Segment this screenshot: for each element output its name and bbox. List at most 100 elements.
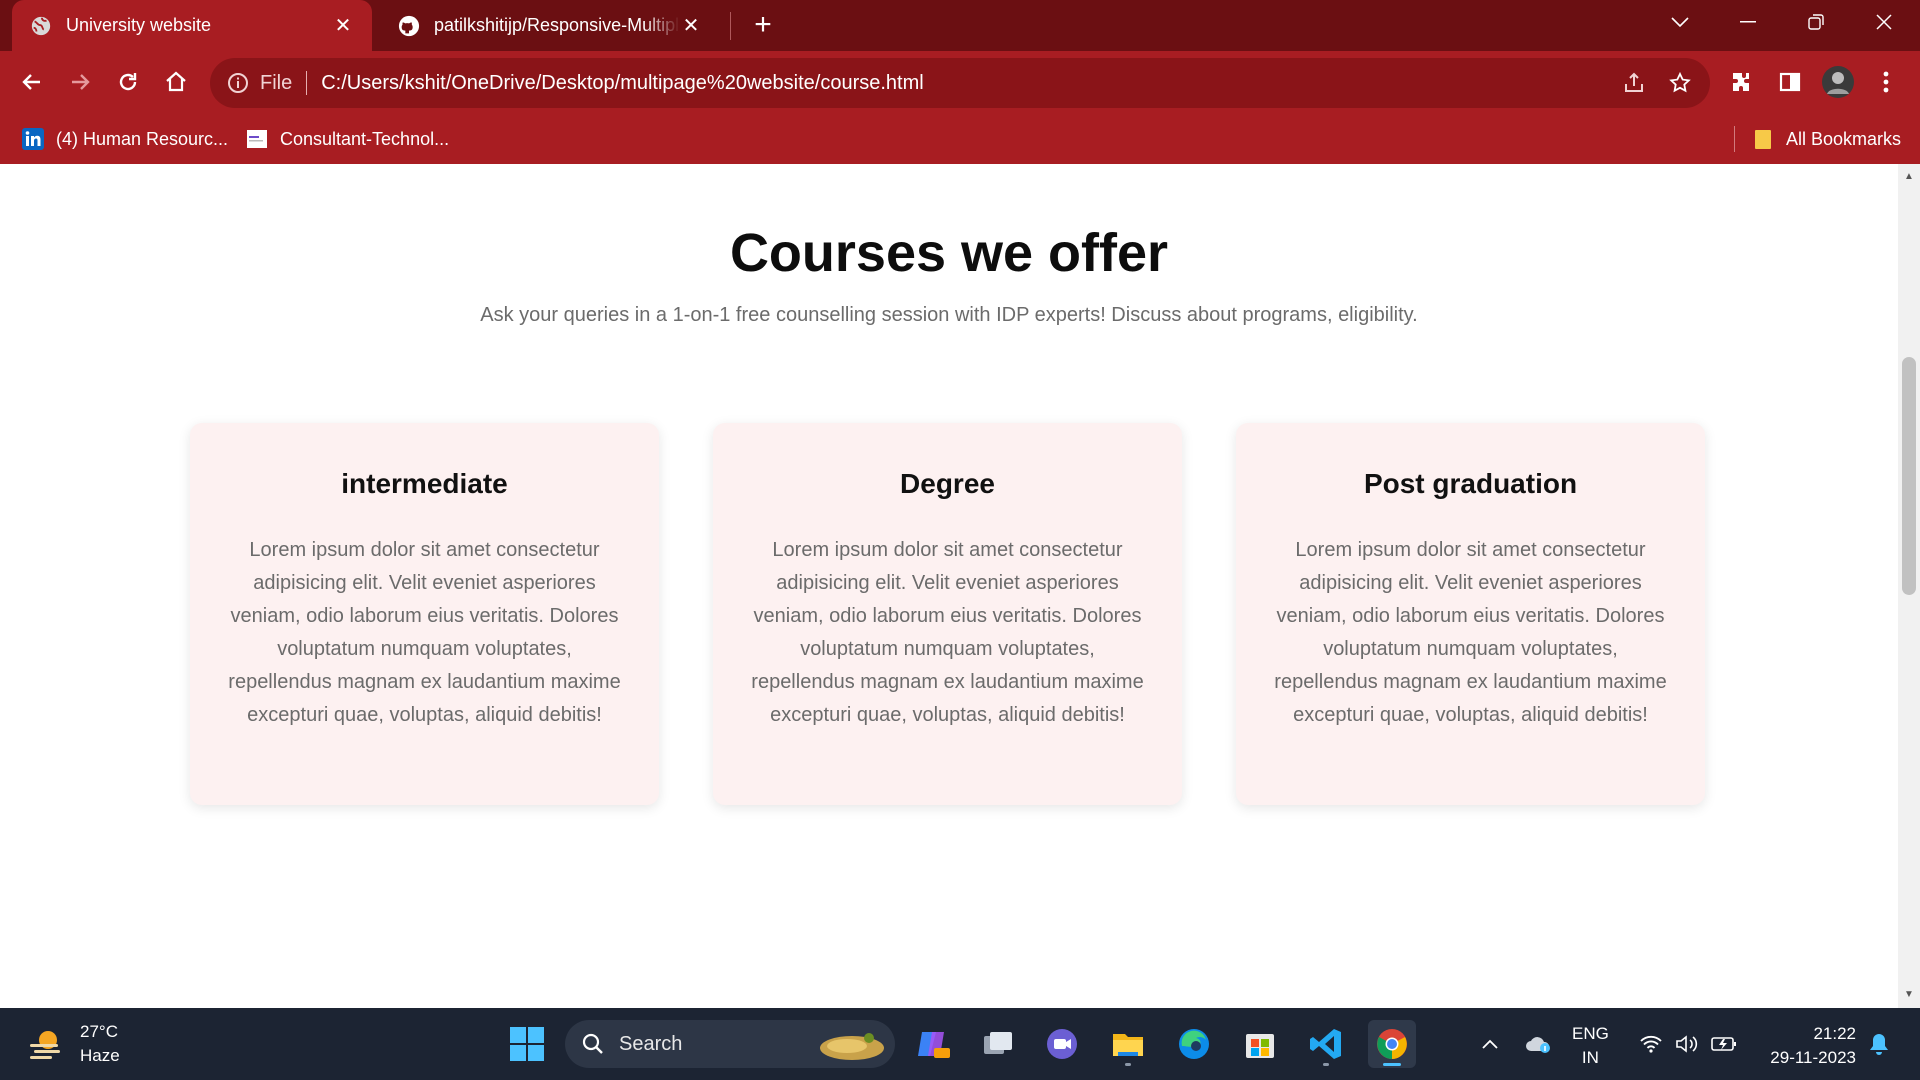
taskbar-app-vscode[interactable] bbox=[1302, 1020, 1350, 1068]
edge-icon bbox=[1179, 1029, 1209, 1059]
course-card-body: Lorem ipsum dolor sit amet consectetur a… bbox=[1274, 539, 1667, 726]
tab-search-chevron-icon[interactable] bbox=[1652, 0, 1708, 44]
scroll-up-arrow-icon[interactable]: ▲ bbox=[1903, 172, 1915, 182]
course-card-post-graduation: Post graduation Lorem ipsum dolor sit am… bbox=[1236, 423, 1705, 805]
search-highlight-illustration-icon bbox=[820, 1033, 884, 1060]
minimize-window-icon[interactable] bbox=[1720, 0, 1776, 44]
back-arrow-icon[interactable] bbox=[14, 64, 50, 100]
battery-charging-icon[interactable] bbox=[1708, 1008, 1740, 1080]
close-tab-icon[interactable]: ✕ bbox=[332, 15, 354, 37]
tab-title: University website bbox=[66, 15, 212, 35]
scroll-down-arrow-icon[interactable]: ▼ bbox=[1903, 990, 1915, 1000]
all-bookmarks-button[interactable]: All Bookmarks bbox=[1752, 125, 1901, 153]
bookmark-human-resources[interactable]: (4) Human Resourc... bbox=[22, 125, 228, 153]
running-indicator bbox=[1323, 1063, 1329, 1066]
weather-condition: Haze bbox=[80, 1046, 120, 1065]
linkedin-icon bbox=[22, 128, 44, 150]
input-language[interactable]: ENG IN bbox=[1572, 1022, 1609, 1070]
course-card-title: intermediate bbox=[341, 468, 508, 499]
active-indicator bbox=[1383, 1063, 1401, 1066]
close-window-icon[interactable] bbox=[1856, 0, 1912, 44]
course-card-body: Lorem ipsum dolor sit amet consectetur a… bbox=[751, 539, 1144, 726]
all-bookmarks-label: All Bookmarks bbox=[1786, 128, 1902, 149]
taskbar-app-file-explorer[interactable] bbox=[1104, 1020, 1152, 1068]
taskbar-app-chrome[interactable] bbox=[1368, 1020, 1416, 1068]
close-tab-icon[interactable]: ✕ bbox=[680, 15, 702, 37]
system-clock[interactable]: 21:22 29-11-2023 bbox=[1752, 1022, 1856, 1070]
bookmark-consultant-technology[interactable]: Consultant-Technol... bbox=[246, 125, 449, 153]
taskbar-app-edge[interactable] bbox=[1170, 1020, 1218, 1068]
scrollbar-thumb[interactable] bbox=[1902, 357, 1916, 595]
weather-widget[interactable]: 27°C Haze bbox=[26, 1020, 120, 1068]
vscode-icon bbox=[1310, 1029, 1341, 1059]
page-subtitle: Ask your queries in a 1-on-1 free counse… bbox=[480, 304, 1418, 326]
side-panel-icon[interactable] bbox=[1772, 64, 1808, 100]
bookmark-label: (4) Human Resourc... bbox=[56, 128, 229, 149]
store-icon bbox=[1246, 1034, 1274, 1058]
reload-icon[interactable] bbox=[110, 64, 146, 100]
region-code: IN bbox=[1581, 1048, 1599, 1067]
language-code: ENG bbox=[1572, 1024, 1609, 1043]
chrome-icon bbox=[1377, 1029, 1407, 1059]
scheme-label: File bbox=[260, 71, 293, 94]
tab-title: patilkshitijp/Responsive-Multiple bbox=[434, 15, 680, 35]
wifi-icon[interactable] bbox=[1636, 1008, 1666, 1080]
taskbar-search[interactable]: Search bbox=[565, 1020, 895, 1068]
taskbar-app-microsoft-store[interactable] bbox=[1236, 1020, 1284, 1068]
taskbar-app-copilot[interactable] bbox=[908, 1020, 956, 1068]
volume-icon[interactable] bbox=[1672, 1008, 1702, 1080]
browser-toolbar: File C:/Users/kshit/OneDrive/Desktop/mul… bbox=[0, 51, 1920, 114]
page-icon bbox=[247, 130, 267, 148]
bookmark-label: Consultant-Technol... bbox=[280, 128, 450, 149]
course-card-title: Post graduation bbox=[1363, 468, 1578, 499]
globe-icon bbox=[31, 16, 51, 35]
tab-strip: University website ✕ patilkshitijp/Respo… bbox=[0, 0, 1920, 51]
course-card-body: Lorem ipsum dolor sit amet consectetur a… bbox=[228, 539, 621, 726]
folder-icon bbox=[1755, 130, 1771, 149]
site-info-icon[interactable] bbox=[226, 71, 250, 95]
search-icon bbox=[582, 1033, 603, 1054]
github-icon bbox=[398, 15, 420, 36]
address-bar[interactable]: File C:/Users/kshit/OneDrive/Desktop/mul… bbox=[210, 58, 1710, 108]
bookmarks-bar: (4) Human Resourc... Consultant-Technol.… bbox=[0, 114, 1920, 164]
page-title: Courses we offer bbox=[729, 223, 1169, 283]
bookmark-star-icon[interactable] bbox=[1664, 67, 1696, 99]
folder-icon bbox=[1113, 1034, 1143, 1056]
tab-separator bbox=[730, 12, 731, 40]
weather-temperature: 27°C bbox=[80, 1022, 118, 1041]
course-card-intermediate: intermediate Lorem ipsum dolor sit amet … bbox=[190, 423, 659, 805]
bookmarks-separator bbox=[1734, 126, 1735, 152]
profile-avatar[interactable] bbox=[1820, 64, 1856, 100]
taskbar-app-task-view[interactable] bbox=[974, 1020, 1022, 1068]
notification-bell-icon[interactable] bbox=[1864, 1008, 1894, 1080]
search-label: Search bbox=[619, 1032, 683, 1055]
tab-university-website[interactable]: University website ✕ bbox=[12, 0, 372, 51]
url-text[interactable]: C:/Users/kshit/OneDrive/Desktop/multipag… bbox=[321, 72, 1618, 95]
course-card-degree: Degree Lorem ipsum dolor sit amet consec… bbox=[713, 423, 1182, 805]
running-indicator bbox=[1125, 1063, 1131, 1066]
course-card-title: Degree bbox=[900, 468, 995, 499]
vertical-scrollbar[interactable]: ▲ ▼ bbox=[1898, 164, 1920, 1008]
share-icon[interactable] bbox=[1618, 67, 1650, 99]
chat-icon bbox=[1047, 1029, 1077, 1059]
show-hidden-icons-chevron-icon[interactable] bbox=[1478, 1008, 1502, 1080]
clock-time: 21:22 bbox=[1813, 1024, 1856, 1043]
windows-logo-icon bbox=[510, 1027, 544, 1061]
forward-arrow-icon[interactable] bbox=[62, 64, 98, 100]
copilot-icon bbox=[918, 1032, 950, 1058]
extensions-puzzle-icon[interactable] bbox=[1724, 64, 1760, 100]
windows-taskbar: 27°C Haze Search ENG IN 21:22 29-11-2023 bbox=[0, 1008, 1920, 1080]
tab-github-repo[interactable]: patilkshitijp/Responsive-Multiple ✕ bbox=[380, 0, 720, 51]
taskbar-app-teams-chat[interactable] bbox=[1038, 1020, 1086, 1068]
address-divider bbox=[306, 71, 308, 95]
haze-weather-icon bbox=[30, 1031, 60, 1059]
restore-window-icon[interactable] bbox=[1788, 0, 1844, 44]
page-viewport: Courses we offer Ask your queries in a 1… bbox=[0, 164, 1898, 1008]
task-view-icon bbox=[984, 1032, 1012, 1054]
more-menu-icon[interactable] bbox=[1868, 64, 1904, 100]
new-tab-button[interactable]: + bbox=[748, 10, 778, 40]
home-icon[interactable] bbox=[158, 64, 194, 100]
onedrive-cloud-icon[interactable] bbox=[1522, 1008, 1554, 1080]
clock-date: 29-11-2023 bbox=[1770, 1048, 1856, 1067]
start-button[interactable] bbox=[503, 1020, 551, 1068]
